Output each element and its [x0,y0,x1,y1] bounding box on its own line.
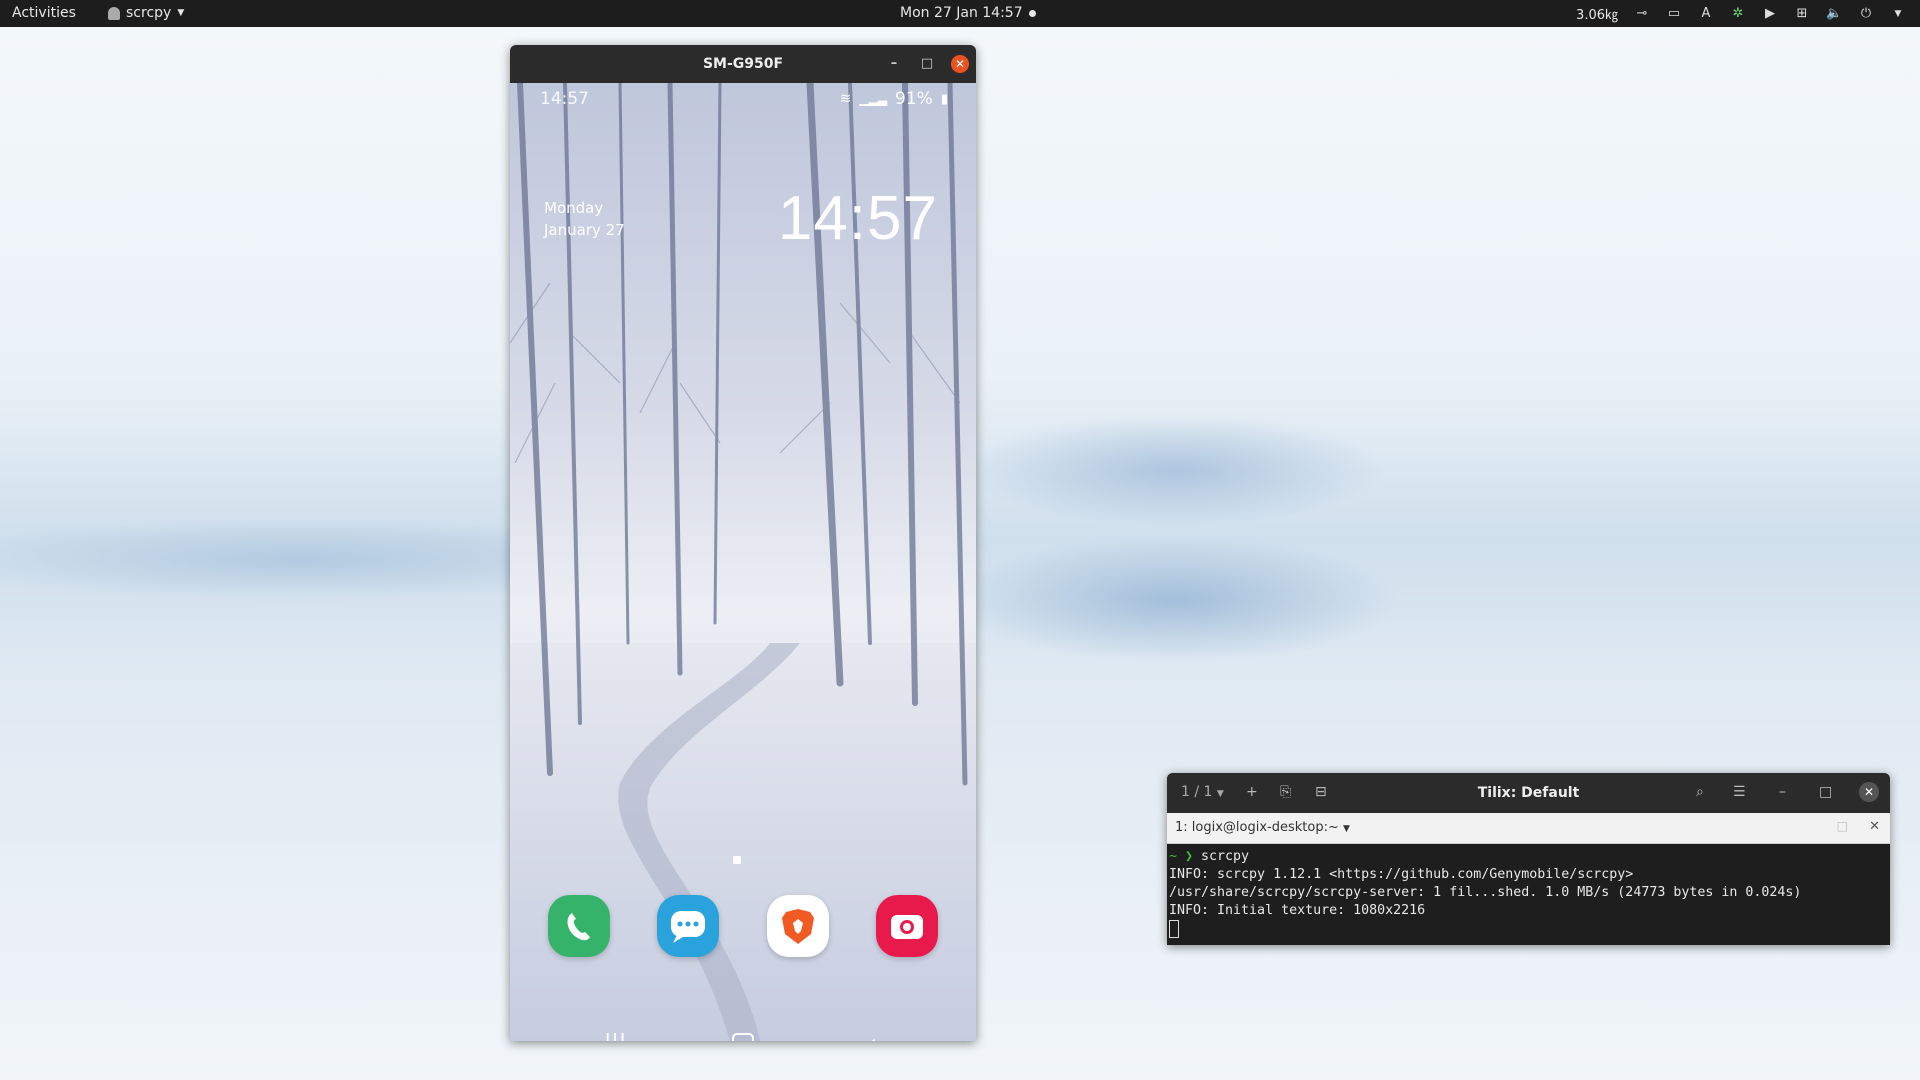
clock-label: Mon 27 Jan 14:57 [900,5,1023,21]
app-menu[interactable]: scrcpy ▼ [108,5,184,21]
brave-app-icon[interactable] [766,895,829,957]
net-speed-indicator[interactable]: 3.06㎏ [1576,4,1618,23]
scrcpy-window: SM-G950F – □ ✕ 14:57 ≋ ▁▂▃ 91% ▮ Monday … [510,45,976,1041]
maximize-terminal-icon[interactable]: □ [1837,819,1848,833]
output-line: INFO: Initial texture: 1080x2216 [1169,903,1426,918]
phone-nav-bar: ||| ‹ [510,1031,976,1041]
chevron-down-icon[interactable]: ▼ [1890,7,1906,21]
chevron-down-icon: ▼ [1343,824,1350,834]
messages-app-icon[interactable] [657,895,720,957]
date-time-menu[interactable]: Mon 27 Jan 14:57 [900,5,1036,21]
terminal-tab-bar: 1: logix@logix-desktop:~ ▼ □ ✕ [1167,813,1890,844]
app-dock [548,895,938,957]
tilix-window: 1 / 1 ▼ + ⎘ ⊟ Tilix: Default ⌕ ☰ – □ ✕ 1… [1167,773,1890,945]
volume-icon[interactable]: 🔈 [1826,6,1842,21]
power-icon[interactable]: ⏻ [1858,6,1874,21]
close-button[interactable]: ✕ [951,55,969,73]
notification-dot-icon [1028,9,1036,17]
home-page-indicator-icon [733,856,741,864]
android-icon [108,6,120,20]
status-time: 14:57 [540,89,589,109]
signal-icon: ▁▂▃ [859,92,888,106]
prompt-arrow-icon: ~ ❯ [1169,849,1202,864]
hamburger-menu-icon[interactable]: ☰ [1733,784,1746,800]
drive-icon[interactable]: ▭ [1666,6,1682,21]
camera-app-icon[interactable] [875,895,938,957]
keyboard-layout-icon[interactable]: A [1698,6,1714,21]
lockscreen-clock: 14:57 [777,184,938,253]
back-button[interactable]: ‹ [868,1031,877,1041]
network-icon[interactable]: ⊞ [1794,6,1810,21]
text-cursor [1169,920,1179,938]
app-indicator-icon[interactable]: ✲ [1730,6,1746,21]
date-label: January 27 [544,221,625,239]
scrcpy-titlebar[interactable]: SM-G950F – □ ✕ [510,45,976,83]
chevron-down-icon: ▼ [177,8,185,18]
phone-app-icon[interactable] [548,895,610,957]
top-bar: Activities scrcpy ▼ Mon 27 Jan 14:57 3.0… [0,0,1920,27]
prompt-line: ~ ❯ scrcpy [1169,848,1888,866]
phone-status-bar: 14:57 ≋ ▁▂▃ 91% ▮ [510,83,976,113]
tilix-titlebar[interactable]: 1 / 1 ▼ + ⎘ ⊟ Tilix: Default ⌕ ☰ – □ ✕ [1167,773,1890,813]
terminal-title-dropdown[interactable]: 1: logix@logix-desktop:~ ▼ [1175,820,1350,835]
activities-button[interactable]: Activities [12,5,76,21]
window-title: SM-G950F [702,56,784,72]
close-terminal-icon[interactable]: ✕ [1869,819,1880,834]
day-label: Monday [544,199,604,217]
command-text: scrcpy [1201,849,1250,864]
terminal-output[interactable]: ~ ❯ scrcpy INFO: scrcpy 1.12.1 <https://g… [1167,844,1890,943]
video-indicator-icon[interactable]: ▶ [1762,6,1778,21]
battery-level: 91% [895,89,933,109]
minimize-button[interactable]: – [1779,784,1786,800]
lockscreen-date: Monday January 27 [544,197,625,241]
terminal-title: 1: logix@logix-desktop:~ [1175,820,1339,835]
app-menu-label: scrcpy [126,5,172,21]
output-line: /usr/share/scrcpy/scrcpy-server: 1 fil..… [1169,885,1802,900]
wifi-icon: ≋ [839,91,852,107]
recent-apps-button[interactable]: ||| [604,1031,626,1041]
system-tray: 3.06㎏ ⊸ ▭ A ✲ ▶ ⊞ 🔈 ⏻ ▼ [1576,4,1906,23]
cursor-line [1169,920,1888,939]
output-line: INFO: scrcpy 1.12.1 <https://github.com/… [1169,867,1634,882]
key-icon[interactable]: ⊸ [1634,6,1650,21]
battery-charging-icon: ▮ [940,91,948,107]
maximize-button[interactable]: □ [1819,784,1832,800]
close-button[interactable]: ✕ [1859,782,1879,802]
phone-screen[interactable]: 14:57 ≋ ▁▂▃ 91% ▮ Monday January 27 14:5… [510,83,976,1041]
search-icon[interactable]: ⌕ [1696,784,1704,800]
minimize-button[interactable]: – [885,55,903,73]
home-button[interactable] [732,1033,754,1041]
maximize-button[interactable]: □ [918,55,936,73]
